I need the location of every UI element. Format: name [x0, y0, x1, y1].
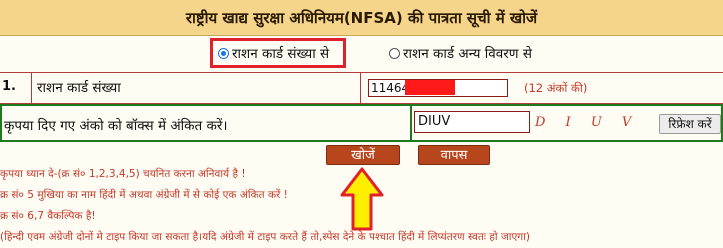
digit-hint: (12 अंकों की) — [524, 81, 588, 95]
divider — [410, 106, 412, 140]
captcha-input[interactable]: DIUV — [414, 111, 530, 133]
page-title: राष्ट्रीय खाद्य सुरक्षा अधिनियम(NFSA) की… — [185, 9, 538, 27]
radio-unchecked-icon[interactable] — [389, 47, 400, 59]
search-mode-row: राशन कार्ड संख्या से राशन कार्ड अन्य विव… — [0, 36, 723, 72]
radio-other-details[interactable]: राशन कार्ड अन्य विवरण से — [389, 44, 532, 62]
header-bar: राष्ट्रीय खाद्य सुरक्षा अधिनियम(NFSA) की… — [0, 0, 723, 36]
captcha-label: कृपया दिए गए अंको को बॉक्स में अंकित करे… — [4, 118, 228, 134]
radio-label: राशन कार्ड संख्या से — [232, 46, 330, 62]
divider — [31, 73, 32, 103]
search-button[interactable]: खोजें — [326, 145, 400, 165]
captcha-row: कृपया दिए गए अंको को बॉक्स में अंकित करे… — [0, 104, 723, 142]
radio-ration-card-number[interactable]: राशन कार्ड संख्या से — [218, 44, 329, 62]
radio-checked-icon[interactable] — [218, 47, 229, 59]
radio-label: राशन कार्ड अन्य विवरण से — [403, 46, 532, 62]
captcha-image: D I U V — [535, 115, 640, 130]
row-number: 1. — [2, 79, 16, 94]
nfsa-search-form: राष्ट्रीय खाद्य सुरक्षा अधिनियम(NFSA) की… — [0, 0, 723, 248]
ration-card-label: राशन कार्ड संख्या — [37, 80, 121, 96]
ration-card-row: 1. राशन कार्ड संख्या 11464 (12 अंकों की) — [0, 72, 723, 104]
back-button[interactable]: वापस — [418, 145, 490, 165]
refresh-captcha-button[interactable]: रिफ्रेश करें — [659, 114, 721, 134]
divider — [360, 73, 361, 103]
redaction-bar — [405, 80, 455, 95]
up-arrow-icon — [340, 167, 384, 231]
